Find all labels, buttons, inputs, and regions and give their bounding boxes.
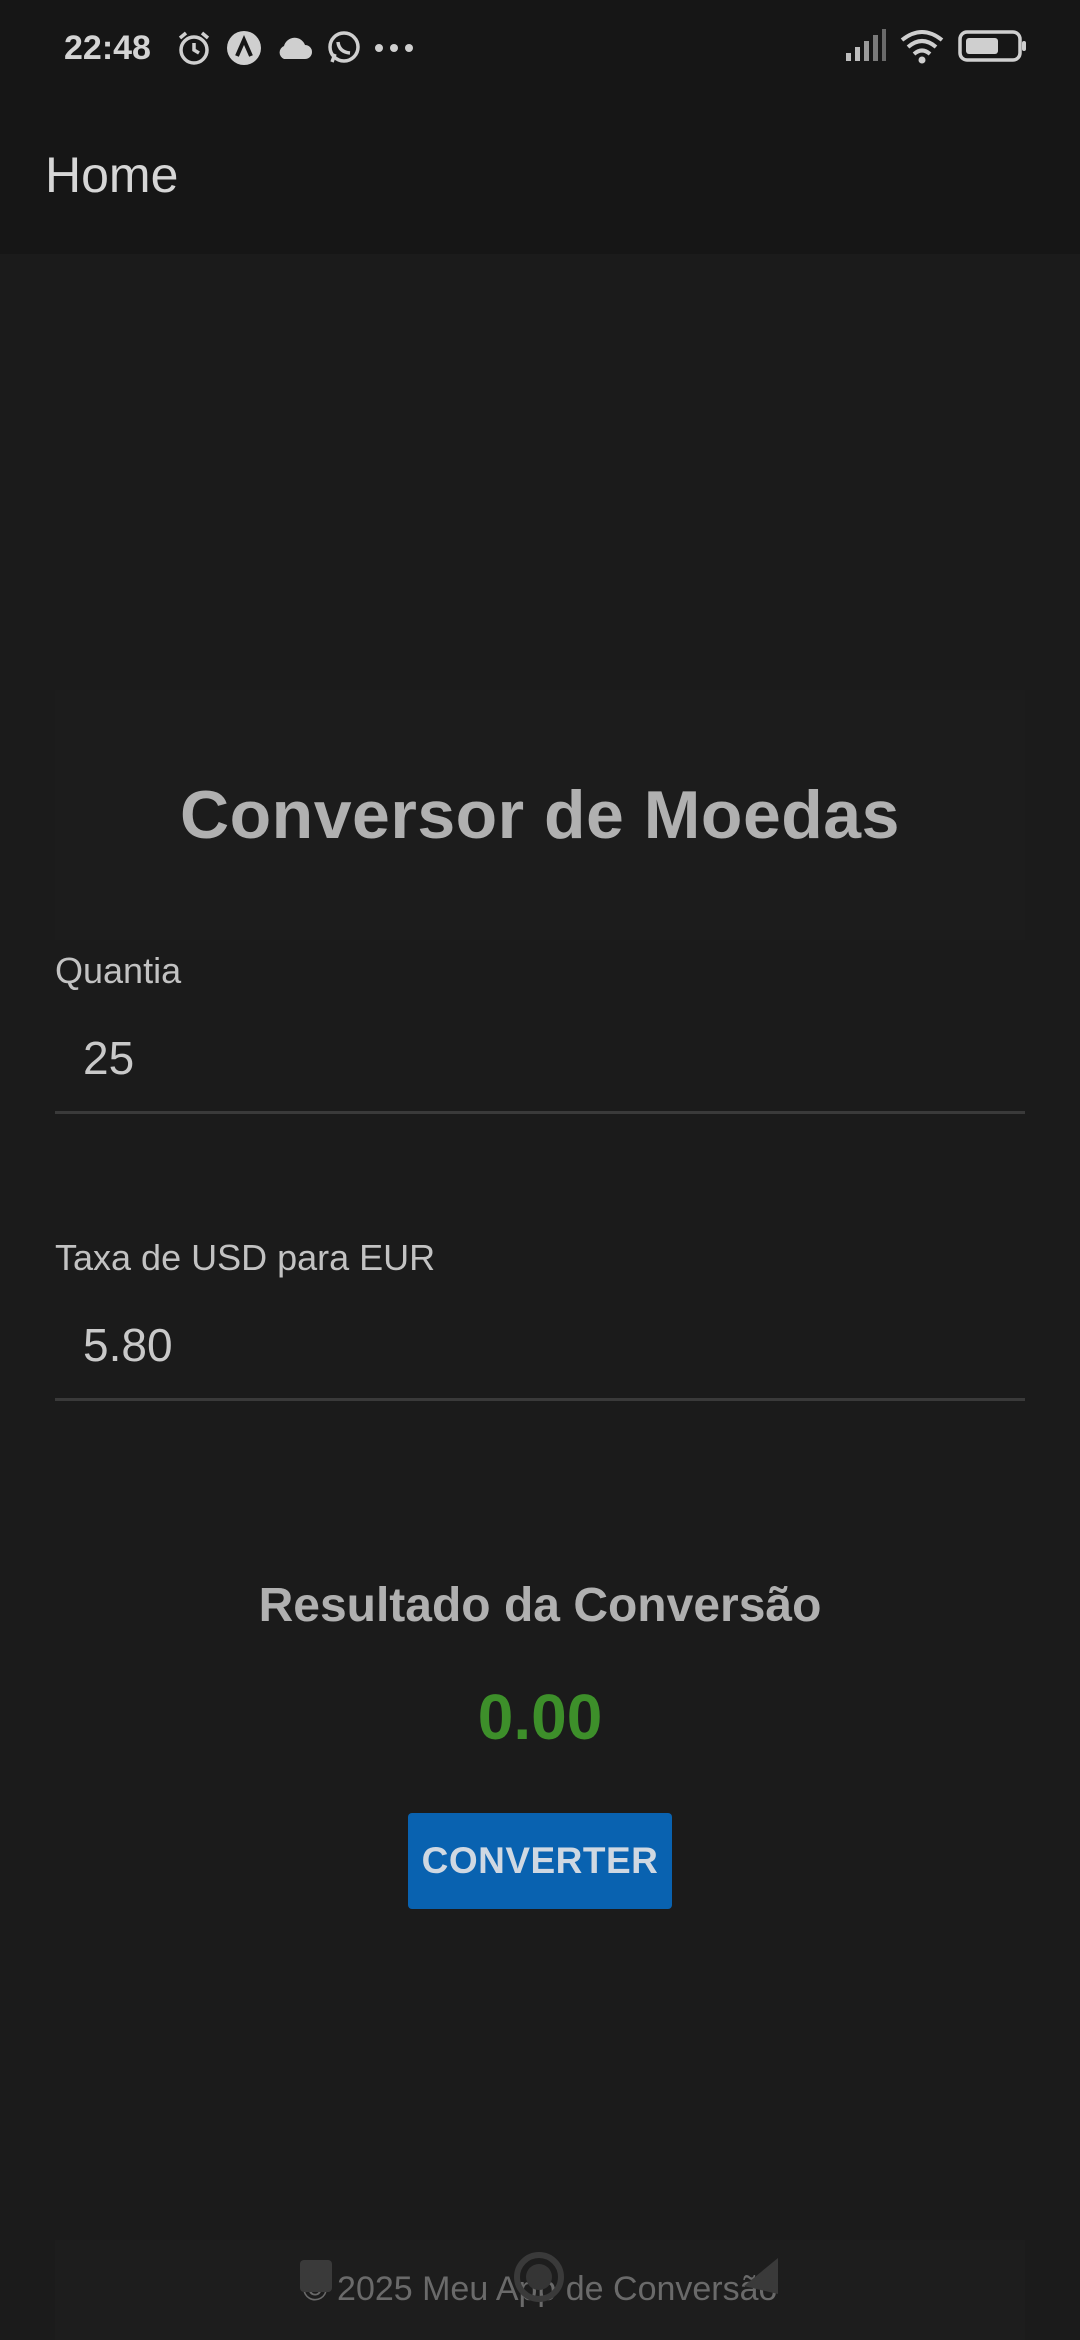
recents-square-icon[interactable] (298, 2258, 334, 2299)
status-right-group (844, 28, 1028, 69)
alarm-icon (169, 23, 219, 73)
rate-label: Taxa de USD para EUR (55, 1237, 436, 1278)
app-bar: Home (0, 96, 1080, 254)
more-dots-icon (369, 23, 419, 73)
status-time: 22:48 (64, 28, 151, 67)
whatsapp-icon (319, 23, 369, 73)
rate-field-group: Taxa de USD para EUR (55, 1237, 1025, 1401)
amount-label: Quantia (55, 950, 182, 991)
home-circle-icon[interactable] (512, 2250, 566, 2309)
app-bar-title: Home (45, 147, 179, 203)
status-bar: 22:48 (0, 0, 1080, 96)
amount-field-group: Quantia (55, 950, 1025, 1114)
battery-icon (958, 29, 1028, 68)
page-title: Conversor de Moedas (180, 777, 900, 853)
amount-input[interactable] (55, 1004, 1025, 1114)
rate-input[interactable] (55, 1291, 1025, 1401)
result-title: Resultado da Conversão (258, 1579, 822, 1632)
cloud-icon (269, 23, 319, 73)
result-value: 0.00 (477, 1681, 603, 1753)
title-card: Conversor de Moedas (55, 690, 1025, 940)
app-badge-icon (219, 23, 269, 73)
signal-icon (844, 28, 886, 68)
wifi-icon (900, 28, 944, 69)
convert-button[interactable]: CONVERTER (408, 1813, 672, 1909)
app-screen: 22:48 Home Conversor de Moedas Quantia 2… (0, 0, 1080, 2340)
back-triangle-icon[interactable] (740, 2256, 780, 2301)
